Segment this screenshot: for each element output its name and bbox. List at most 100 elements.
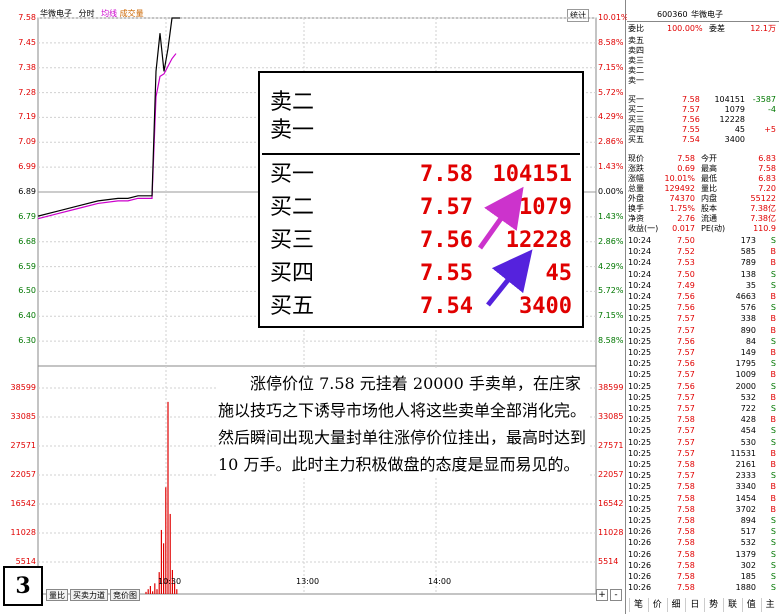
buy-label: 买五 <box>628 135 644 144</box>
tab-buy-sell-force[interactable]: 买卖力道 <box>70 589 108 601</box>
tick-price: 7.58 <box>677 415 695 425</box>
quote-tab[interactable]: 联 <box>723 598 741 612</box>
stat-label: 股本 <box>701 204 717 213</box>
weibi-value: 100.00% <box>667 24 703 33</box>
quote-tab[interactable]: 值 <box>741 598 760 612</box>
arrow-up-pink <box>477 186 524 250</box>
quote-tab[interactable]: 主 <box>760 598 779 612</box>
stat-value: 7.38亿 <box>750 204 776 213</box>
annotation-text: 涨停价位 7.58 元挂着 20000 手卖单，在庄家施以技巧之下诱导市场他人将… <box>218 370 590 478</box>
tick-row: 10:25 7.58 3340 B <box>627 482 779 492</box>
buy-change: -3587 <box>752 95 776 104</box>
stat-row: 收益(一) 0.017 PE(动) 110.9 <box>627 224 779 234</box>
zoom-out-button[interactable]: - <box>610 589 622 601</box>
tick-row: 10:24 7.50 173 S <box>627 236 779 246</box>
volume-tick-label: 11028 <box>598 528 624 537</box>
y-pct-label: 7.15% <box>598 311 624 321</box>
tick-side: S <box>770 303 776 313</box>
tick-time: 10:24 <box>628 236 652 245</box>
tick-volume: 185 <box>740 572 756 581</box>
tick-time: 10:24 <box>628 280 652 290</box>
stat-label: 内盘 <box>701 194 717 203</box>
stat-value: 129492 <box>664 184 695 193</box>
y-pct-label: 8.58% <box>598 37 624 47</box>
tick-time: 10:25 <box>628 460 652 469</box>
zoom-in-button[interactable]: + <box>596 589 608 601</box>
sell-row: 卖二 <box>627 66 779 76</box>
sell-row: 卖一 <box>627 76 779 86</box>
buy-row: 买五 7.54 3400 <box>627 135 779 145</box>
tick-price: 7.58 <box>677 482 695 492</box>
tick-side: B <box>770 504 777 514</box>
tick-time: 10:26 <box>628 572 652 581</box>
quote-tab[interactable]: 笔 <box>629 598 647 612</box>
stock-name: 华微电子 <box>691 10 723 19</box>
stat-value: 0.017 <box>672 224 695 233</box>
sell-row: 卖四 <box>627 46 779 56</box>
stat-label: 流通 <box>701 214 717 223</box>
stat-value: 0.69 <box>677 164 695 173</box>
tick-price: 7.56 <box>677 381 695 391</box>
stat-label: 今开 <box>701 154 717 163</box>
stat-row: 涨幅 10.01% 最低 6.83 <box>627 174 779 184</box>
tick-volume: 890 <box>740 325 756 335</box>
y-tick-label: 7.45 <box>18 37 36 47</box>
volume-tick-label: 27571 <box>10 441 36 450</box>
tick-volume: 722 <box>740 404 756 413</box>
tick-side: S <box>770 516 776 525</box>
tick-time: 10:25 <box>628 370 652 380</box>
tab-volume-ratio[interactable]: 量比 <box>46 589 68 601</box>
tick-volume: 11531 <box>730 448 756 458</box>
y-tick-label: 7.19 <box>18 112 36 122</box>
tick-time: 10:26 <box>628 527 652 537</box>
tick-volume: 84 <box>745 336 756 346</box>
tick-time: 10:24 <box>628 258 652 268</box>
tick-time: 10:25 <box>628 404 652 413</box>
tick-price: 7.58 <box>677 560 695 570</box>
stat-value: 7.20 <box>758 184 776 193</box>
tick-price: 7.58 <box>677 572 695 581</box>
quote-panel: 600360 华微电子 委比 100.00% 委差 12.1万 卖五 卖四 卖三 卖二… <box>627 0 779 614</box>
tick-price: 7.53 <box>677 258 695 268</box>
tick-side: S <box>770 280 776 290</box>
tick-volume: 532 <box>740 392 756 402</box>
tick-side: B <box>770 493 777 503</box>
tick-time: 10:25 <box>628 348 652 357</box>
tick-volume: 173 <box>740 236 756 245</box>
buy-label: 买三 <box>628 115 644 124</box>
sell-label: 卖四 <box>628 46 644 55</box>
tick-side: S <box>770 471 776 481</box>
tick-row: 10:25 7.57 1009 B <box>627 370 779 380</box>
tick-price: 7.50 <box>677 236 695 245</box>
tick-volume: 302 <box>740 560 756 570</box>
tick-time: 10:25 <box>628 516 652 525</box>
buy-change: +5 <box>764 125 776 134</box>
quote-tab[interactable]: 日 <box>685 598 703 612</box>
tick-row: 10:25 7.57 11531 B <box>627 449 779 459</box>
tick-row: 10:26 7.58 1379 S <box>627 550 779 560</box>
time-tick: 10:30 <box>158 577 182 586</box>
tick-price: 7.52 <box>677 247 695 257</box>
tick-row: 10:26 7.58 517 S <box>627 527 779 537</box>
sell-label: 卖二 <box>628 66 644 75</box>
y-pct-label: 2.86% <box>598 137 624 147</box>
quote-tab[interactable]: 势 <box>704 598 722 612</box>
tick-volume: 35 <box>745 280 756 290</box>
tick-time: 10:26 <box>628 560 652 570</box>
stat-value: 7.58 <box>758 164 776 173</box>
tick-price: 7.57 <box>677 314 695 324</box>
tick-side: S <box>770 527 776 537</box>
quote-tab[interactable]: 价 <box>647 598 666 612</box>
tab-auction[interactable]: 竞价图 <box>110 589 140 601</box>
tick-side: S <box>770 538 776 548</box>
tick-row: 10:24 7.53 789 B <box>627 258 779 268</box>
tick-row: 10:25 7.57 338 B <box>627 314 779 324</box>
sell-label: 卖三 <box>628 56 644 65</box>
quote-tab[interactable]: 细 <box>666 598 685 612</box>
tick-side: S <box>770 336 776 346</box>
y-tick-label: 6.50 <box>18 286 36 296</box>
tick-row: 10:25 7.56 2000 S <box>627 382 779 392</box>
tick-row: 10:25 7.57 2333 S <box>627 471 779 481</box>
tick-volume: 428 <box>740 415 756 425</box>
tick-price: 7.56 <box>677 336 695 346</box>
